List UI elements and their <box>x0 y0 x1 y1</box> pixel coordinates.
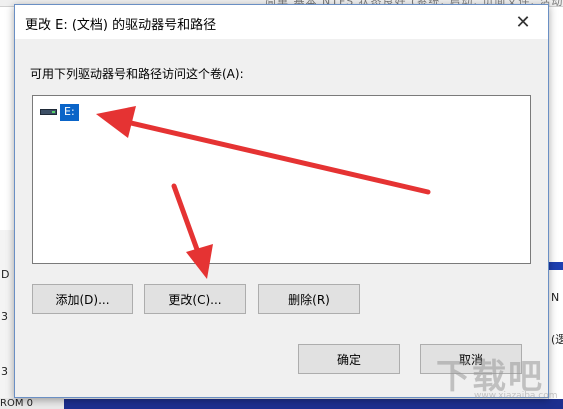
drive-letter-label: E: <box>60 103 79 121</box>
list-item[interactable]: E: <box>40 103 79 121</box>
dialog-titlebar[interactable]: 更改 E: (文档) 的驱动器号和路径 ✕ <box>15 5 548 39</box>
background-left-fragment: 3 <box>1 310 8 323</box>
drive-paths-listbox[interactable]: E: <box>32 95 531 264</box>
close-icon[interactable]: ✕ <box>512 11 534 33</box>
background-left-fragment: 3 <box>1 365 8 378</box>
delete-button[interactable]: 删除(R) <box>258 284 360 314</box>
ok-button[interactable]: 确定 <box>298 344 400 374</box>
dialog-title: 更改 E: (文档) 的驱动器号和路径 <box>25 18 217 33</box>
watermark-logo: 下载吧 www.xiazaiba.com <box>430 345 558 405</box>
drive-icon <box>40 107 58 117</box>
paths-list-label: 可用下列驱动器号和路径访问这个卷(A): <box>30 67 244 81</box>
add-button[interactable]: 添加(D)... <box>32 284 133 314</box>
background-left-fragment: D <box>1 268 10 281</box>
watermark-url: www.xiazaiba.com <box>474 391 558 401</box>
background-volume-stripe <box>549 262 563 270</box>
background-cdrom-label: ROM 0 <box>0 398 64 409</box>
background-right-fragment: N <box>551 291 560 304</box>
change-drive-letter-dialog: 更改 E: (文档) 的驱动器号和路径 ✕ 可用下列驱动器号和路径访问这个卷(A… <box>14 4 549 398</box>
change-button[interactable]: 更改(C)... <box>144 284 246 314</box>
background-left-panel: D 3 3 <box>0 230 15 409</box>
